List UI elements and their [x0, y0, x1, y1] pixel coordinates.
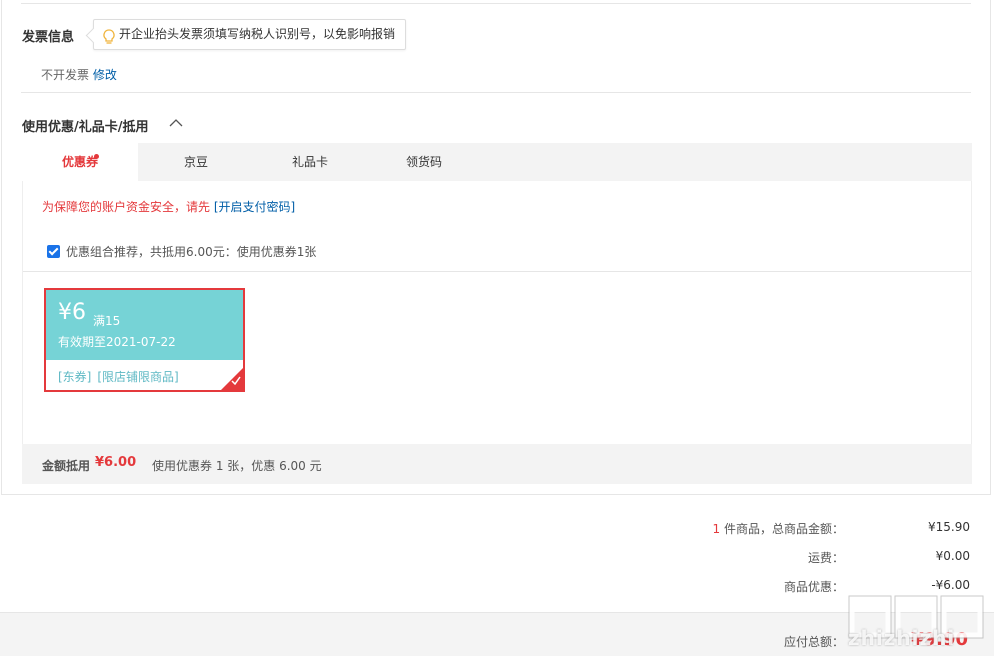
- discount-summary: 金额抵用 ¥6.00 使用优惠券 1 张，优惠 6.00 元: [22, 444, 972, 484]
- discount-title[interactable]: 使用优惠/礼品卡/抵用: [22, 116, 149, 135]
- discount-tabs: 优惠券 京豆 礼品卡 领货码: [22, 143, 972, 181]
- combo-recommend-row: 优惠组合推荐，共抵用6.00元：使用优惠券1张: [47, 243, 316, 260]
- coupon-tag-scope: [限店铺限商品]: [97, 370, 179, 384]
- lightbulb-icon: [103, 27, 115, 56]
- divider-top: [21, 3, 971, 4]
- coupon-header: ¥6 满15 有效期至2021-07-22: [46, 290, 243, 360]
- shipping-label: 运费：: [807, 551, 844, 565]
- summary-desc: 使用优惠券 1 张，优惠 6.00 元: [152, 459, 322, 473]
- tab-gift-card[interactable]: 礼品卡: [254, 143, 366, 181]
- divider-invoice: [21, 92, 971, 93]
- security-warning-text: 为保障您的账户资金安全，请先: [42, 200, 211, 214]
- coupon-card[interactable]: ¥6 满15 有效期至2021-07-22 [东券] [限店铺限商品]: [44, 288, 245, 392]
- coupon-tag-jd: [东券]: [58, 370, 92, 384]
- combo-recommend-checkbox[interactable]: [47, 245, 60, 258]
- combo-recommend-text: 优惠组合推荐，共抵用6.00元：使用优惠券1张: [66, 245, 317, 259]
- invoice-tip-text: 开企业抬头发票须填写纳税人识别号，以免影响报销: [119, 27, 396, 41]
- invoice-tip: 开企业抬头发票须填写纳税人识别号，以免影响报销: [93, 19, 407, 50]
- check-icon: [231, 374, 241, 388]
- invoice-edit-link[interactable]: 修改: [93, 68, 117, 82]
- coupon-validity: 有效期至2021-07-22: [58, 335, 176, 349]
- invoice-title: 发票信息: [22, 30, 75, 45]
- chevron-up-icon[interactable]: [169, 117, 183, 131]
- discount-label: 商品优惠：: [783, 580, 844, 594]
- items-label-text: 件商品，总商品金额：: [720, 522, 844, 536]
- total-items-value: ¥15.90: [928, 520, 970, 534]
- coupon-amount: ¥6: [58, 300, 86, 325]
- new-dot-badge: [94, 154, 99, 159]
- tab-pickup-code[interactable]: 领货码: [366, 143, 482, 181]
- tab-coupons-label: 优惠券: [61, 155, 98, 169]
- checkout-page: 发票信息 开企业抬头发票须填写纳税人识别号，以免影响报销 不开发票 修改 使用优…: [0, 0, 994, 656]
- shipping-row: 运费： ¥0.00: [0, 549, 994, 565]
- divider-panel: [23, 271, 971, 272]
- invoice-status: 不开发票: [41, 68, 90, 82]
- watermark-text: zhizhizhi: [848, 626, 956, 650]
- shipping-value: ¥0.00: [935, 549, 970, 563]
- total-items-label: 1 件商品，总商品金额：: [713, 520, 844, 537]
- summary-amount: ¥6.00: [95, 455, 137, 470]
- summary-label: 金额抵用: [42, 459, 91, 473]
- invoice-status-line: 不开发票 修改: [41, 66, 117, 83]
- total-items-row: 1 件商品，总商品金额： ¥15.90: [0, 520, 994, 536]
- security-warning: 为保障您的账户资金安全，请先 [开启支付密码]: [42, 198, 295, 215]
- tab-coupons[interactable]: 优惠券: [22, 143, 138, 181]
- enable-pay-password-link[interactable]: [开启支付密码]: [214, 200, 295, 214]
- coupon-condition: 满15: [93, 314, 121, 328]
- payable-label: 应付总额：: [783, 635, 844, 649]
- tab-jingdou[interactable]: 京豆: [138, 143, 254, 181]
- coupon-tags: [东券] [限店铺限商品]: [58, 368, 179, 385]
